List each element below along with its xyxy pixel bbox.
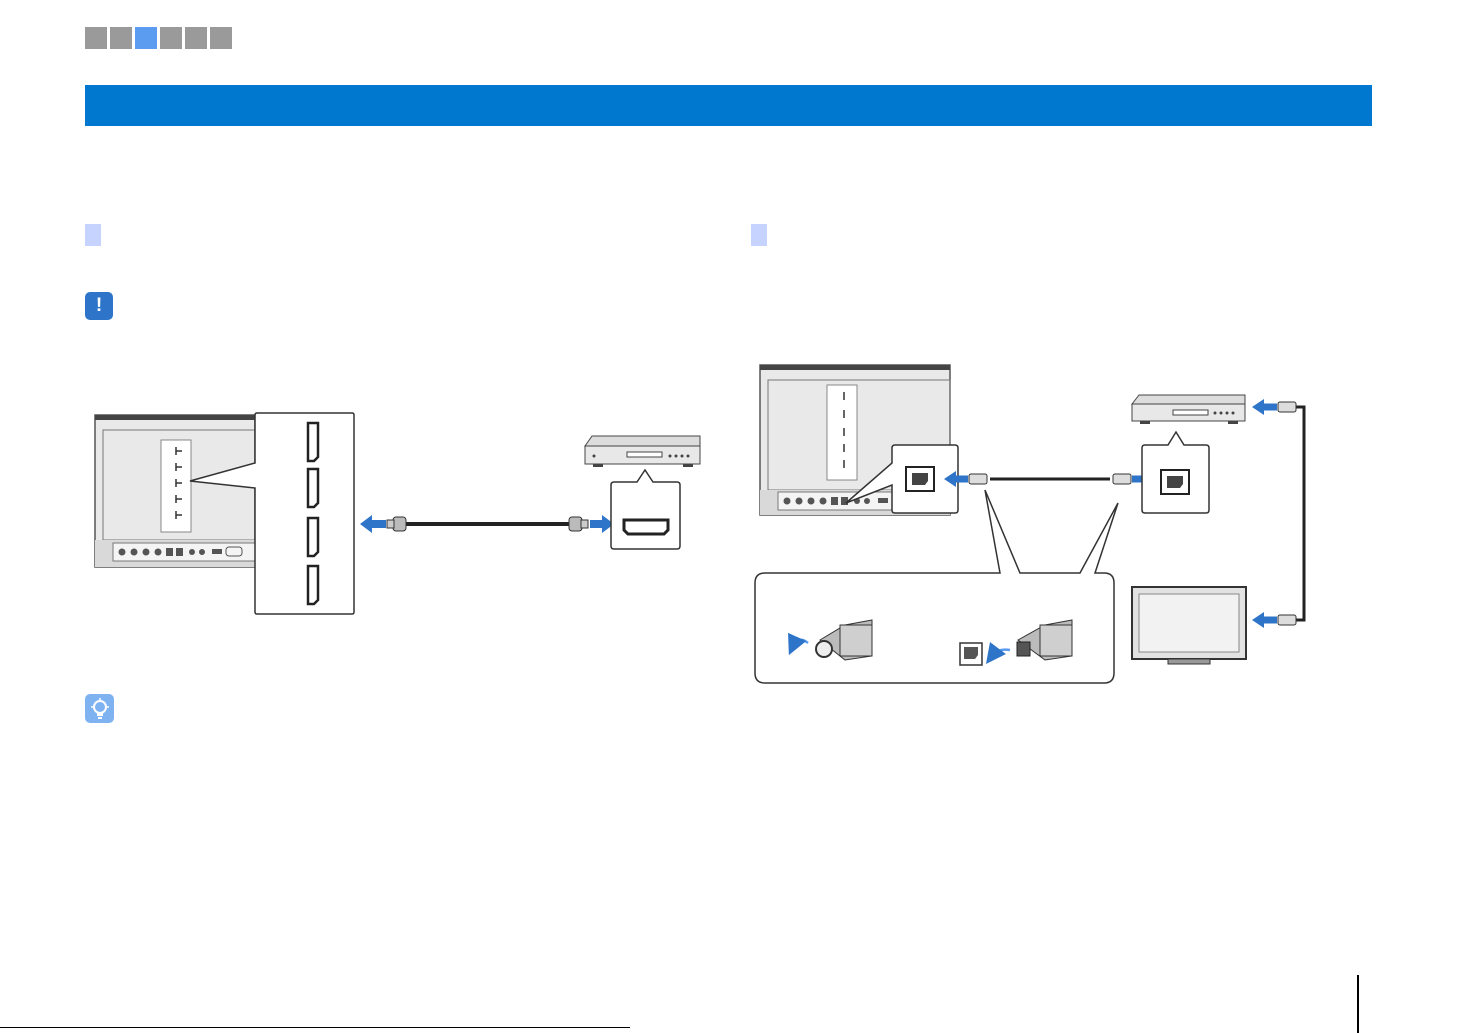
- bd-tv-cable: [1252, 399, 1306, 628]
- soundbar-rear-panel: [94, 414, 256, 568]
- footer-rule: [0, 1027, 630, 1028]
- tv-icon: [1131, 586, 1247, 665]
- optical-port-icon: [1160, 469, 1190, 495]
- optical-callout-player: [1141, 430, 1210, 514]
- page-number-rule: [1357, 975, 1359, 1033]
- bd-hdmi-callout: [610, 468, 681, 550]
- optical-cable: [944, 471, 1156, 487]
- bd-player-icon: [1130, 394, 1246, 424]
- connection-diagrams: [94, 364, 1306, 684]
- bd-player-icon: [584, 435, 701, 467]
- optical-port-icon: [905, 466, 935, 492]
- cap-removal-callout: [754, 489, 1119, 684]
- hdmi-cable: [360, 515, 614, 533]
